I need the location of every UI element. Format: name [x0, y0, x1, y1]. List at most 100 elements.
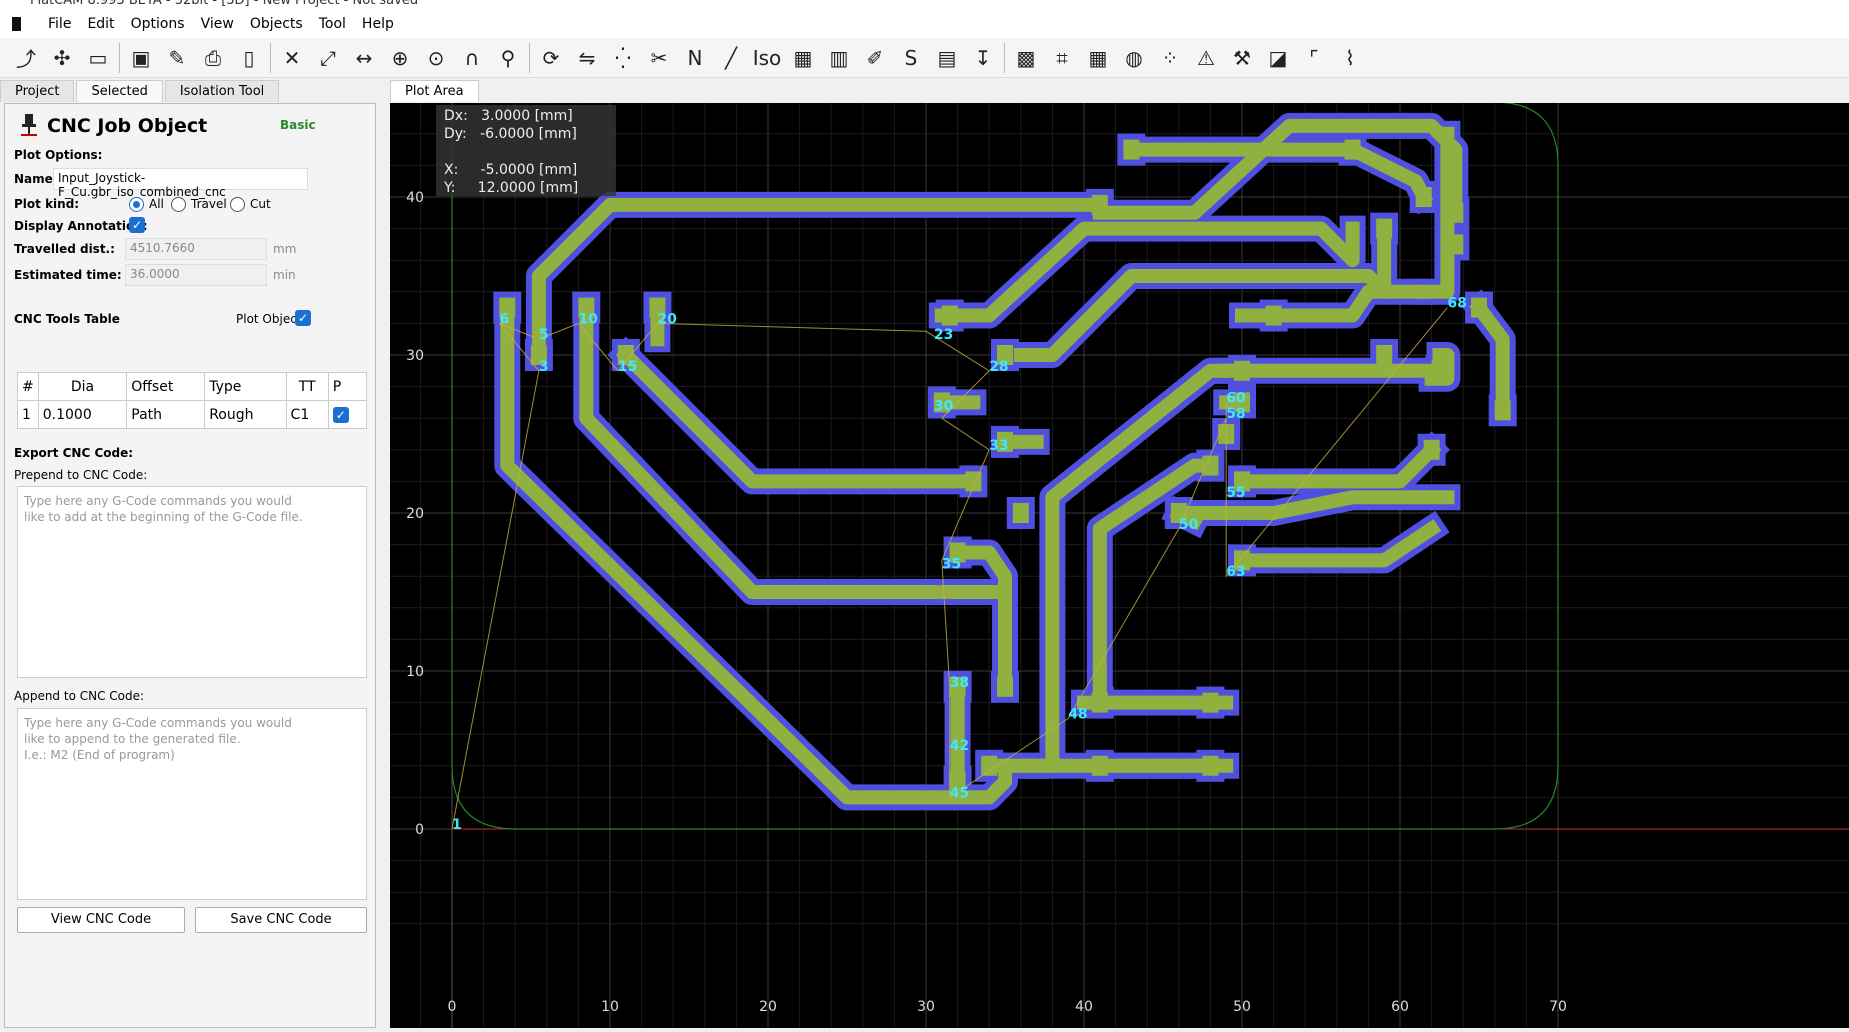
- open-folder-icon[interactable]: ▭: [80, 41, 116, 75]
- align-icon[interactable]: ⁛: [605, 41, 641, 75]
- properties-panel: CNC Job Object Basic Plot Options: Name:…: [4, 103, 376, 1028]
- save-icon[interactable]: ▣: [123, 41, 159, 75]
- table-cell: 0.1000: [37, 400, 128, 429]
- sub-icon[interactable]: S: [893, 41, 929, 75]
- notebook-tabs: Project Selected Isolation Tool: [0, 80, 380, 102]
- y-tick-label: 30: [406, 348, 424, 364]
- replot-icon[interactable]: ⟳: [533, 41, 569, 75]
- mode-label[interactable]: Basic: [280, 118, 316, 132]
- mirror-icon[interactable]: ⇋: [569, 41, 605, 75]
- qrcode-icon[interactable]: ▦: [1080, 41, 1116, 75]
- travelled-field: 4510.7660: [125, 238, 267, 260]
- pad: [941, 305, 958, 326]
- app-icon: [12, 17, 26, 31]
- solderpaste-icon[interactable]: ✐: [857, 41, 893, 75]
- table-row[interactable]: 1 0.1000 Path Rough C1 ✓: [17, 400, 368, 429]
- plot-kind-label: Plot kind:: [14, 197, 80, 211]
- annotation-label: 20: [657, 311, 677, 327]
- etch-icon[interactable]: ⌇: [1332, 41, 1368, 75]
- pad: [1376, 218, 1393, 239]
- invert-icon[interactable]: ◪: [1260, 41, 1296, 75]
- pad: [1234, 360, 1250, 381]
- new-file-icon[interactable]: ▯: [231, 41, 267, 75]
- isolation-icon[interactable]: Iso: [749, 41, 785, 75]
- fiducials-icon[interactable]: ⁘: [1152, 41, 1188, 75]
- view-cnc-code-button[interactable]: View CNC Code: [17, 907, 185, 933]
- annotation-label: 15: [618, 359, 637, 375]
- magnet-icon[interactable]: ∩: [454, 41, 490, 75]
- menu-options[interactable]: Options: [123, 16, 193, 32]
- radio-all[interactable]: [129, 197, 144, 212]
- trace-outline: [525, 191, 1113, 353]
- corner-icon[interactable]: ⌜: [1296, 41, 1332, 75]
- row-plot-checkbox[interactable]: ✓: [332, 406, 349, 423]
- pad: [1431, 360, 1448, 381]
- plot-canvas[interactable]: 1356 101520232830333538424548505558606368…: [388, 101, 1849, 1028]
- menu-bar: File Edit Options View Objects Tool Help: [0, 10, 1849, 38]
- x-tick-label: 60: [1391, 999, 1409, 1015]
- hud-y: Y: 12.0000 [mm]: [444, 180, 579, 196]
- radio-travel[interactable]: [171, 197, 186, 212]
- table-header-row: # Dia Offset Type TT P: [17, 372, 368, 401]
- pad: [1123, 139, 1140, 160]
- append-textarea[interactable]: Type here any G-Code commands you would …: [17, 708, 367, 900]
- radio-cut[interactable]: [230, 197, 245, 212]
- plot-area[interactable]: 1 3 5 6 10 15 20 23 28 30 33 35 38 42 45 48 50 55 58 60 63 68…: [388, 101, 1849, 1028]
- tab-isolation-tool[interactable]: Isolation Tool: [164, 80, 280, 102]
- menu-tool[interactable]: Tool: [311, 16, 354, 32]
- paint-icon[interactable]: ╱: [713, 41, 749, 75]
- y-tick-label: 40: [406, 190, 424, 206]
- origin-icon[interactable]: ⊕: [382, 41, 418, 75]
- rules-icon[interactable]: ▤: [929, 41, 965, 75]
- pad: [1423, 439, 1440, 460]
- calculator-icon[interactable]: ▩: [1008, 41, 1044, 75]
- menu-file[interactable]: File: [40, 16, 79, 32]
- annotation-label: 1: [452, 817, 462, 833]
- tab-selected[interactable]: Selected: [76, 80, 163, 102]
- append-label: Append to CNC Code:: [14, 689, 145, 703]
- menu-edit[interactable]: Edit: [79, 16, 122, 32]
- annotation-label: 3: [539, 359, 549, 375]
- menu-help[interactable]: Help: [354, 16, 402, 32]
- copper-thieving-icon[interactable]: ◍: [1116, 41, 1152, 75]
- annotation-label: 35: [942, 556, 961, 572]
- plot-object-label: Plot Object: [236, 312, 302, 326]
- film-icon[interactable]: ▥: [821, 41, 857, 75]
- ncc-icon[interactable]: N: [677, 41, 713, 75]
- panelize-icon[interactable]: ▦: [785, 41, 821, 75]
- annotation-label: 50: [1179, 517, 1199, 533]
- optimal-icon[interactable]: ↧: [965, 41, 1001, 75]
- delete-icon[interactable]: ✕: [274, 41, 310, 75]
- save-cnc-code-button[interactable]: Save CNC Code: [195, 907, 367, 933]
- tab-plot-area[interactable]: Plot Area: [390, 80, 479, 102]
- pad: [981, 755, 998, 776]
- edit-icon[interactable]: ✎: [159, 41, 195, 75]
- edit-file-icon[interactable]: ⎙: [195, 41, 231, 75]
- display-annotation-label: Display Annotation:: [14, 219, 148, 233]
- plot-object-checkbox[interactable]: ✓: [295, 310, 311, 326]
- prepend-textarea[interactable]: Type here any G-Code commands you would …: [17, 486, 367, 678]
- pad: [1471, 297, 1487, 318]
- name-field[interactable]: Input_Joystick-F_Cu.gbr_iso_combined_cnc: [53, 168, 308, 199]
- calibration-icon[interactable]: ⚠: [1188, 41, 1224, 75]
- travelled-label: Travelled dist.:: [14, 242, 115, 256]
- open-excellon-icon[interactable]: ✣: [44, 41, 80, 75]
- display-annotation-checkbox[interactable]: ✓: [129, 217, 145, 233]
- punch-icon[interactable]: ⚒: [1224, 41, 1260, 75]
- locate-icon[interactable]: ⚲: [490, 41, 526, 75]
- annotation-label: 60: [1226, 390, 1246, 406]
- jump-icon[interactable]: ⊙: [418, 41, 454, 75]
- distance-icon[interactable]: ↔: [346, 41, 382, 75]
- pad: [1202, 455, 1219, 476]
- table-cell-plot[interactable]: ✓: [327, 400, 368, 429]
- tab-project[interactable]: Project: [0, 80, 75, 102]
- menu-objects[interactable]: Objects: [242, 16, 311, 32]
- annotation-label: 28: [989, 359, 1008, 375]
- zoom-fit-icon[interactable]: ⤢: [310, 41, 346, 75]
- open-gerber-icon[interactable]: ⤴: [8, 41, 44, 75]
- menu-view[interactable]: View: [193, 16, 242, 32]
- y-tick-label: 10: [406, 664, 424, 680]
- transform-icon[interactable]: ⌗: [1044, 41, 1080, 75]
- estimated-label: Estimated time:: [14, 268, 122, 282]
- cutout-icon[interactable]: ✂: [641, 41, 677, 75]
